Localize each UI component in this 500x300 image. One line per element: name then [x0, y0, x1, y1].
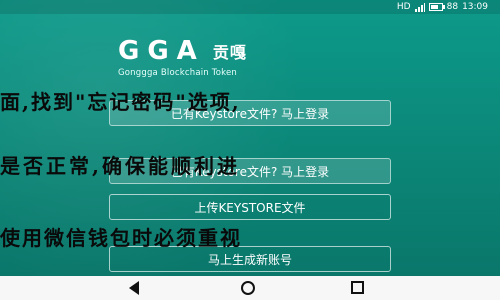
status-bar: HD 88 13:09: [0, 0, 500, 14]
upload-keystore-button[interactable]: 上传KEYSTORE文件: [109, 194, 391, 220]
app-logo: GGA 贡嘎 Gonggga Blockchain Token: [118, 36, 383, 84]
back-icon[interactable]: [129, 281, 139, 295]
overlay-text-line-3: 使用微信钱包时必须重视: [0, 226, 242, 250]
recent-apps-icon[interactable]: [351, 281, 364, 294]
android-nav-bar: [0, 276, 500, 300]
overlay-text-line-2: 是否正常,确保能顺利进: [0, 154, 240, 178]
signal-icon: [414, 2, 425, 12]
logo-main-row: GGA 贡嘎: [118, 36, 383, 66]
battery-icon: [428, 3, 445, 11]
home-icon[interactable]: [241, 281, 255, 295]
logo-chinese: 贡嘎: [212, 43, 247, 62]
network-label: HD: [396, 2, 411, 12]
clock: 13:09: [462, 2, 488, 12]
logo-subtitle: Gonggga Blockchain Token: [118, 68, 237, 78]
status-right: HD 88 13:09: [397, 1, 488, 13]
battery-level: 88: [446, 2, 459, 12]
logo-mark: GGA: [118, 36, 205, 66]
overlay-text-line-1: 面,找到"忘记密码"选项,: [0, 90, 241, 114]
